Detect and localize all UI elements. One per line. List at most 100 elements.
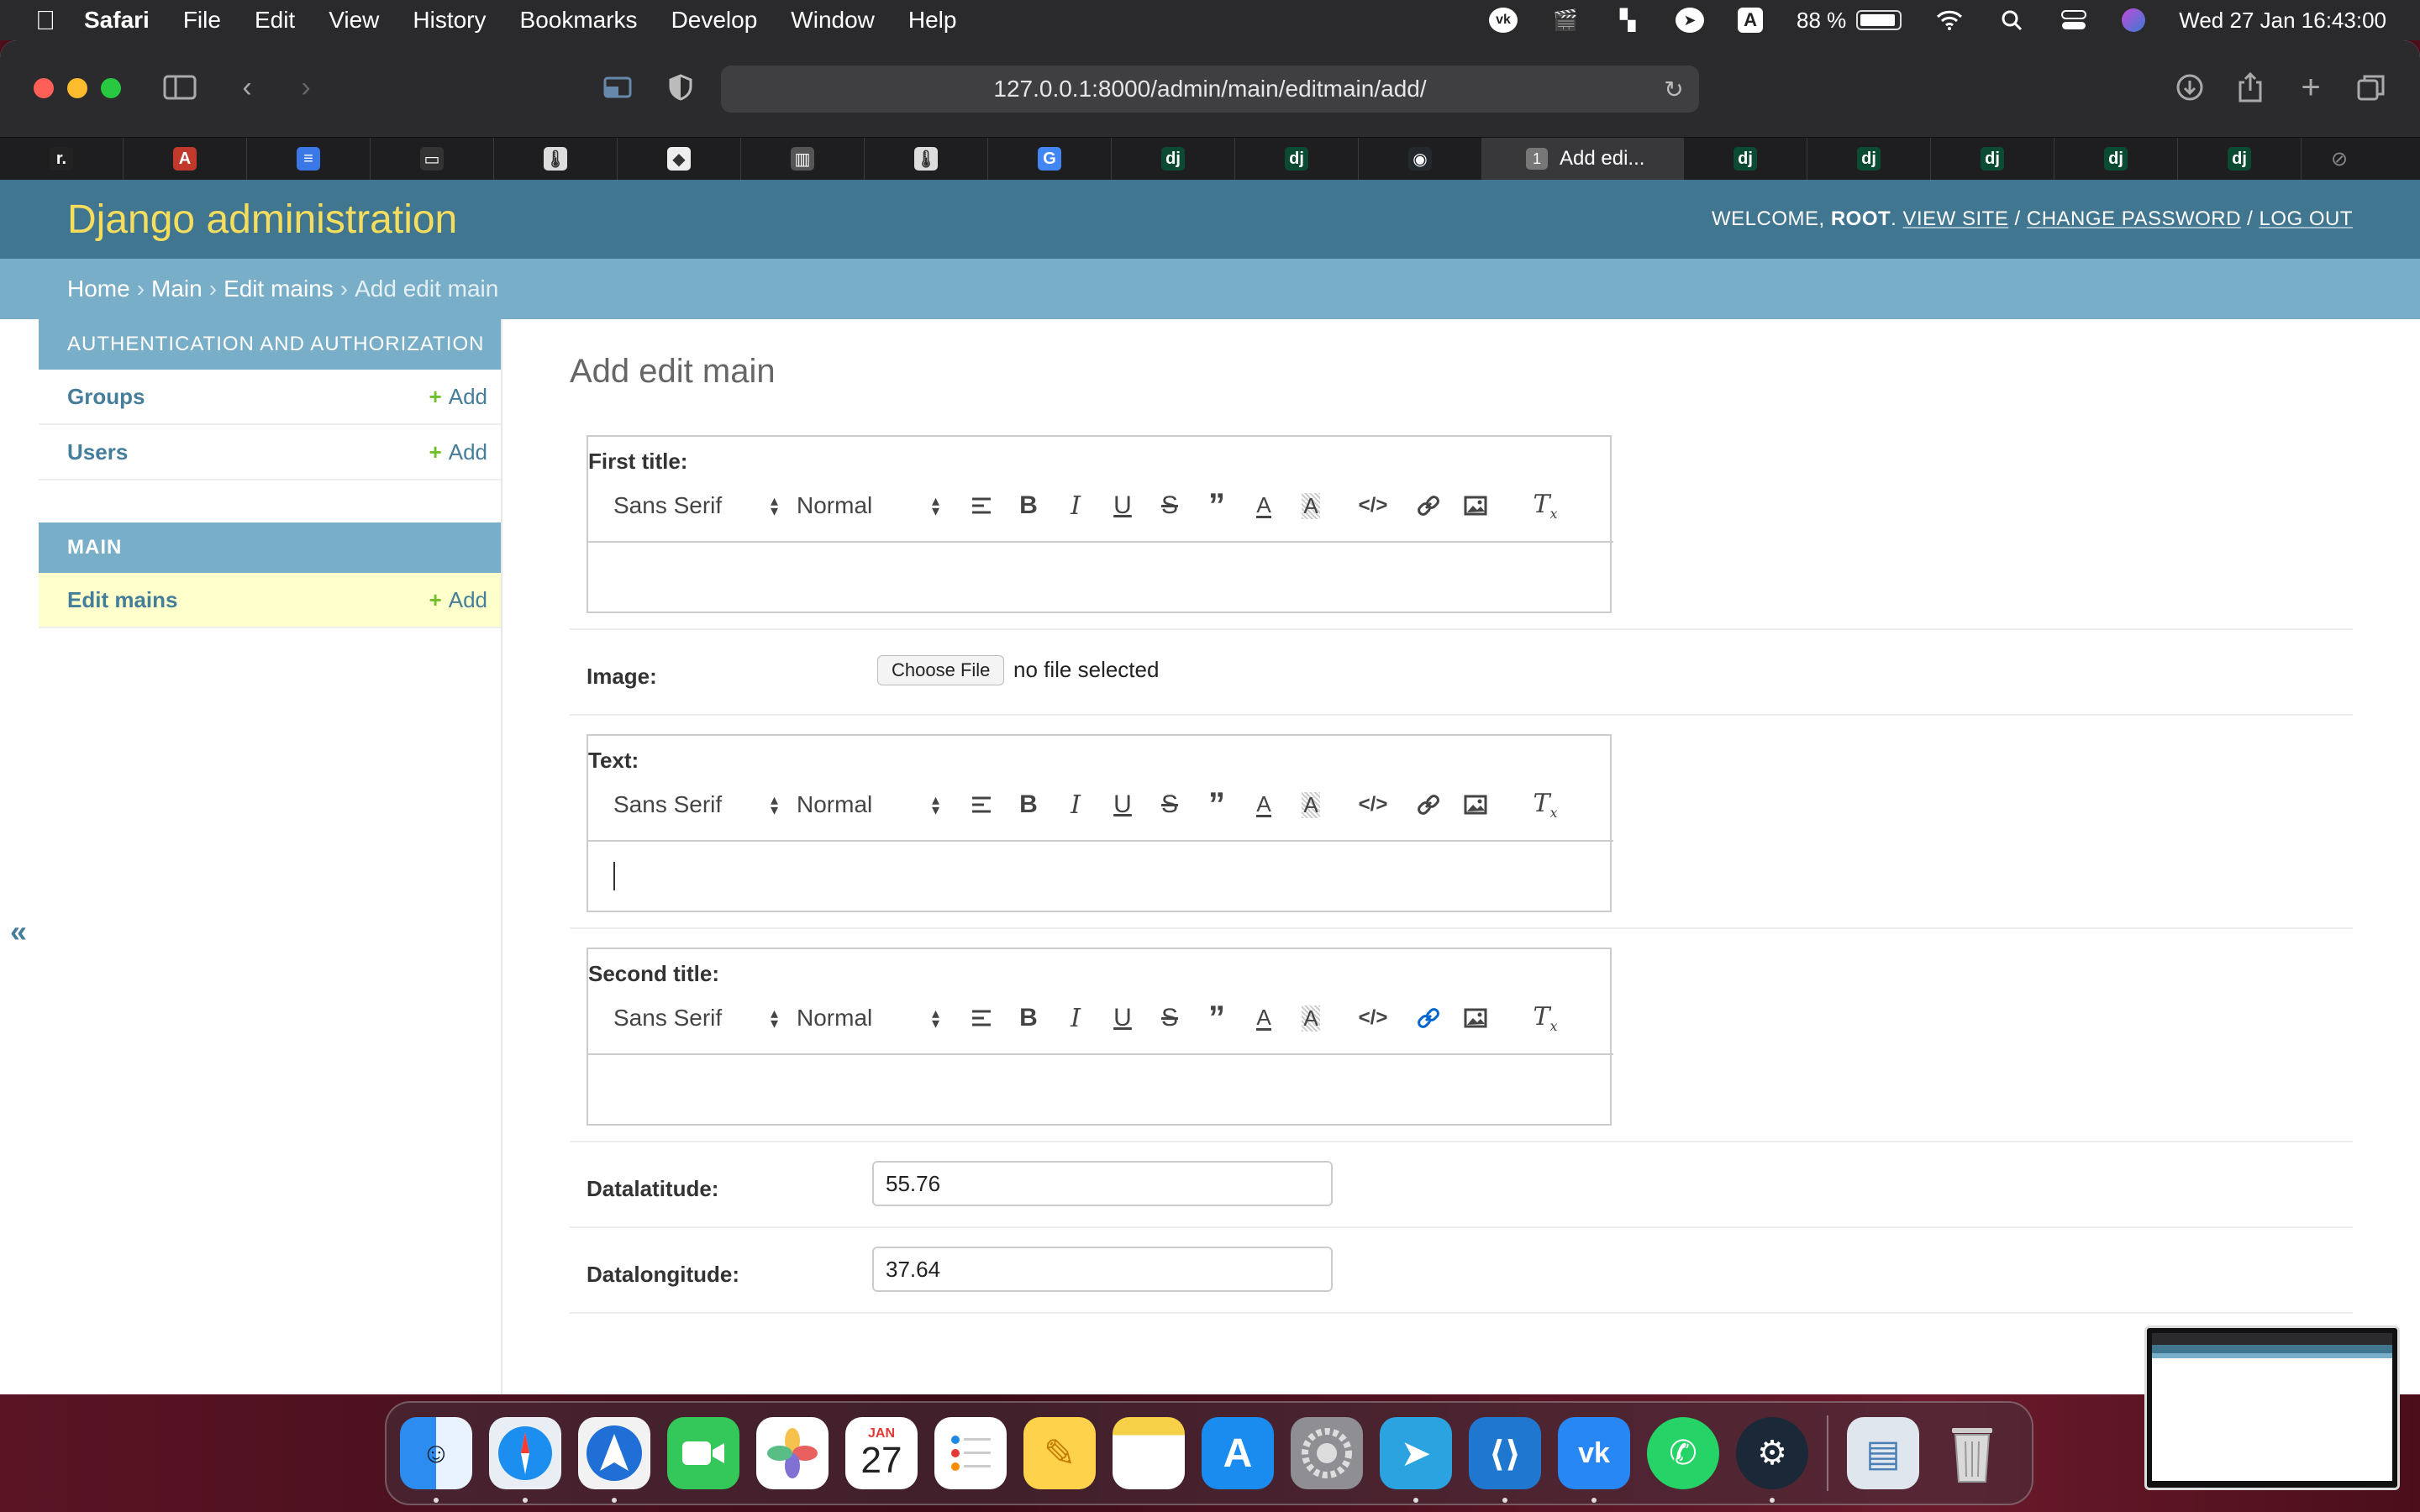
choose-file-button[interactable]: Choose File [877, 655, 1005, 685]
reminders-dock-icon[interactable] [934, 1417, 1007, 1489]
clear-format-icon[interactable]: Tx [1507, 789, 1583, 821]
reload-icon[interactable]: ↻ [1659, 74, 1689, 104]
vk-dock-icon[interactable]: vk [1558, 1417, 1630, 1503]
tab-7[interactable]: 🌡 [865, 138, 988, 180]
add-edit-main-link[interactable]: + Add [429, 587, 487, 613]
sidebar-edit-mains-link[interactable]: Edit mains [67, 587, 177, 613]
downloads-icon[interactable] [2171, 71, 2208, 104]
spotlight-search-icon[interactable] [1997, 8, 2026, 33]
align-icon[interactable] [958, 496, 1005, 515]
strike-icon[interactable]: S [1146, 491, 1193, 520]
tab-overview-small-icon[interactable] [600, 71, 637, 104]
menu-develop[interactable]: Develop [671, 7, 758, 34]
tab-django-0[interactable]: dj [1684, 138, 1807, 180]
view-site-link[interactable]: View site [1903, 207, 2009, 230]
minimize-window-button[interactable] [67, 78, 87, 98]
menu-edit[interactable]: Edit [255, 7, 295, 34]
site-branding[interactable]: Django administration [67, 197, 457, 243]
sidebar-item-groups[interactable]: Groups + Add [39, 370, 501, 425]
menu-view[interactable]: View [329, 7, 379, 34]
wifi-icon[interactable] [1935, 8, 1964, 33]
log-out-link[interactable]: Log out [2259, 207, 2353, 230]
bold-icon[interactable]: B [1005, 1004, 1052, 1032]
trash-dock-icon[interactable] [1936, 1417, 2008, 1489]
telegram-dock-icon[interactable]: ➤ [1380, 1417, 1452, 1503]
underline-icon[interactable]: U [1099, 491, 1146, 520]
tab-django-3[interactable]: dj [2054, 138, 2178, 180]
code-icon[interactable]: </> [1341, 793, 1405, 816]
facetime-dock-icon[interactable] [667, 1417, 739, 1489]
sidebar-item-users[interactable]: Users + Add [39, 425, 501, 480]
clear-format-icon[interactable]: Tx [1507, 490, 1583, 522]
siri-icon[interactable] [2122, 8, 2146, 32]
battery-icon[interactable] [1856, 10, 1902, 30]
tab-1[interactable]: A [124, 138, 247, 180]
apple-icon[interactable]:  [35, 7, 60, 34]
bold-icon[interactable]: B [1005, 491, 1052, 520]
underline-icon[interactable]: U [1099, 1004, 1146, 1032]
sidebar-toggle-icon[interactable] [161, 71, 198, 104]
system-preferences-dock-icon[interactable] [1291, 1417, 1363, 1489]
longitude-input[interactable]: 37.64 [872, 1247, 1333, 1292]
size-picker[interactable]: Normal ▴ ▾ [797, 1005, 939, 1032]
control-center-icon[interactable] [2060, 8, 2088, 33]
blockquote-icon[interactable]: ” [1193, 489, 1240, 522]
app-store-dock-icon[interactable]: A [1202, 1417, 1274, 1489]
first-title-input[interactable] [588, 541, 1613, 613]
add-user-link[interactable]: + Add [429, 439, 487, 465]
tab-0[interactable]: r. [0, 138, 124, 180]
forward-icon[interactable]: › [287, 71, 324, 104]
steam-dock-icon[interactable]: ⚙ [1736, 1417, 1808, 1503]
font-picker[interactable]: Sans Serif ▴ ▾ [613, 1005, 778, 1032]
new-tab-icon[interactable]: + [2292, 69, 2329, 106]
text-color-icon[interactable]: A [1240, 793, 1287, 817]
latitude-input[interactable]: 55.76 [872, 1161, 1333, 1206]
tab-compass-icon[interactable]: ⊘ [2302, 138, 2377, 180]
fullscreen-window-button[interactable] [101, 78, 121, 98]
clapper-status-icon[interactable]: 🎬 [1551, 8, 1580, 33]
safari-dock-icon[interactable] [489, 1417, 561, 1503]
layout-status-icon[interactable]: ▚ [1613, 8, 1642, 33]
link-icon[interactable] [1405, 1006, 1452, 1030]
link-icon[interactable] [1405, 494, 1452, 517]
vscode-dock-icon[interactable]: ⟨⟩ [1469, 1417, 1541, 1503]
align-icon[interactable] [958, 795, 1005, 814]
menu-app-name[interactable]: Safari [84, 7, 150, 34]
share-icon[interactable] [2232, 71, 2269, 104]
italic-icon[interactable]: I [1052, 1004, 1099, 1033]
code-icon[interactable]: </> [1341, 1006, 1405, 1030]
strike-icon[interactable]: S [1146, 790, 1193, 819]
finder-dock-icon[interactable]: ☺ [400, 1417, 472, 1503]
tab-django-4[interactable]: dj [2178, 138, 2302, 180]
second-title-input[interactable] [588, 1053, 1613, 1126]
add-group-link[interactable]: + Add [429, 384, 487, 410]
privacy-shield-icon[interactable] [662, 71, 699, 104]
breadcrumb-home[interactable]: Home [67, 276, 130, 302]
tab-overview-icon[interactable] [2353, 71, 2390, 104]
address-bar[interactable]: 127.0.0.1:8000/admin/main/editmain/add/ … [721, 66, 1699, 113]
input-source-icon[interactable]: A [1738, 8, 1764, 33]
breadcrumb-main[interactable]: Main [151, 276, 203, 302]
tab-active[interactable]: 1 Add edi... [1482, 138, 1684, 180]
tab-10[interactable]: dj [1235, 138, 1359, 180]
tab-django-2[interactable]: dj [1931, 138, 2054, 180]
size-picker[interactable]: Normal ▴ ▾ [797, 492, 939, 519]
back-icon[interactable]: ‹ [229, 71, 266, 104]
tab-3[interactable]: ▭ [371, 138, 494, 180]
close-window-button[interactable] [34, 78, 54, 98]
clear-format-icon[interactable]: Tx [1507, 1002, 1583, 1034]
tab-9[interactable]: dj [1112, 138, 1235, 180]
italic-icon[interactable]: I [1052, 790, 1099, 820]
image-icon[interactable] [1452, 795, 1499, 815]
text-color-icon[interactable]: A [1240, 1006, 1287, 1031]
tab-5[interactable]: ◆ [618, 138, 741, 180]
menu-file[interactable]: File [183, 7, 221, 34]
photos-dock-icon[interactable] [756, 1417, 829, 1489]
tab-2[interactable]: ≡ [247, 138, 371, 180]
menubar-clock[interactable]: Wed 27 Jan 16:43:00 [2179, 8, 2386, 34]
tab-4[interactable]: 🌡 [494, 138, 618, 180]
strike-icon[interactable]: S [1146, 1004, 1193, 1032]
module-caption-main[interactable]: Main [39, 522, 501, 573]
text-input[interactable] [588, 840, 1613, 912]
image-icon[interactable] [1452, 1008, 1499, 1028]
